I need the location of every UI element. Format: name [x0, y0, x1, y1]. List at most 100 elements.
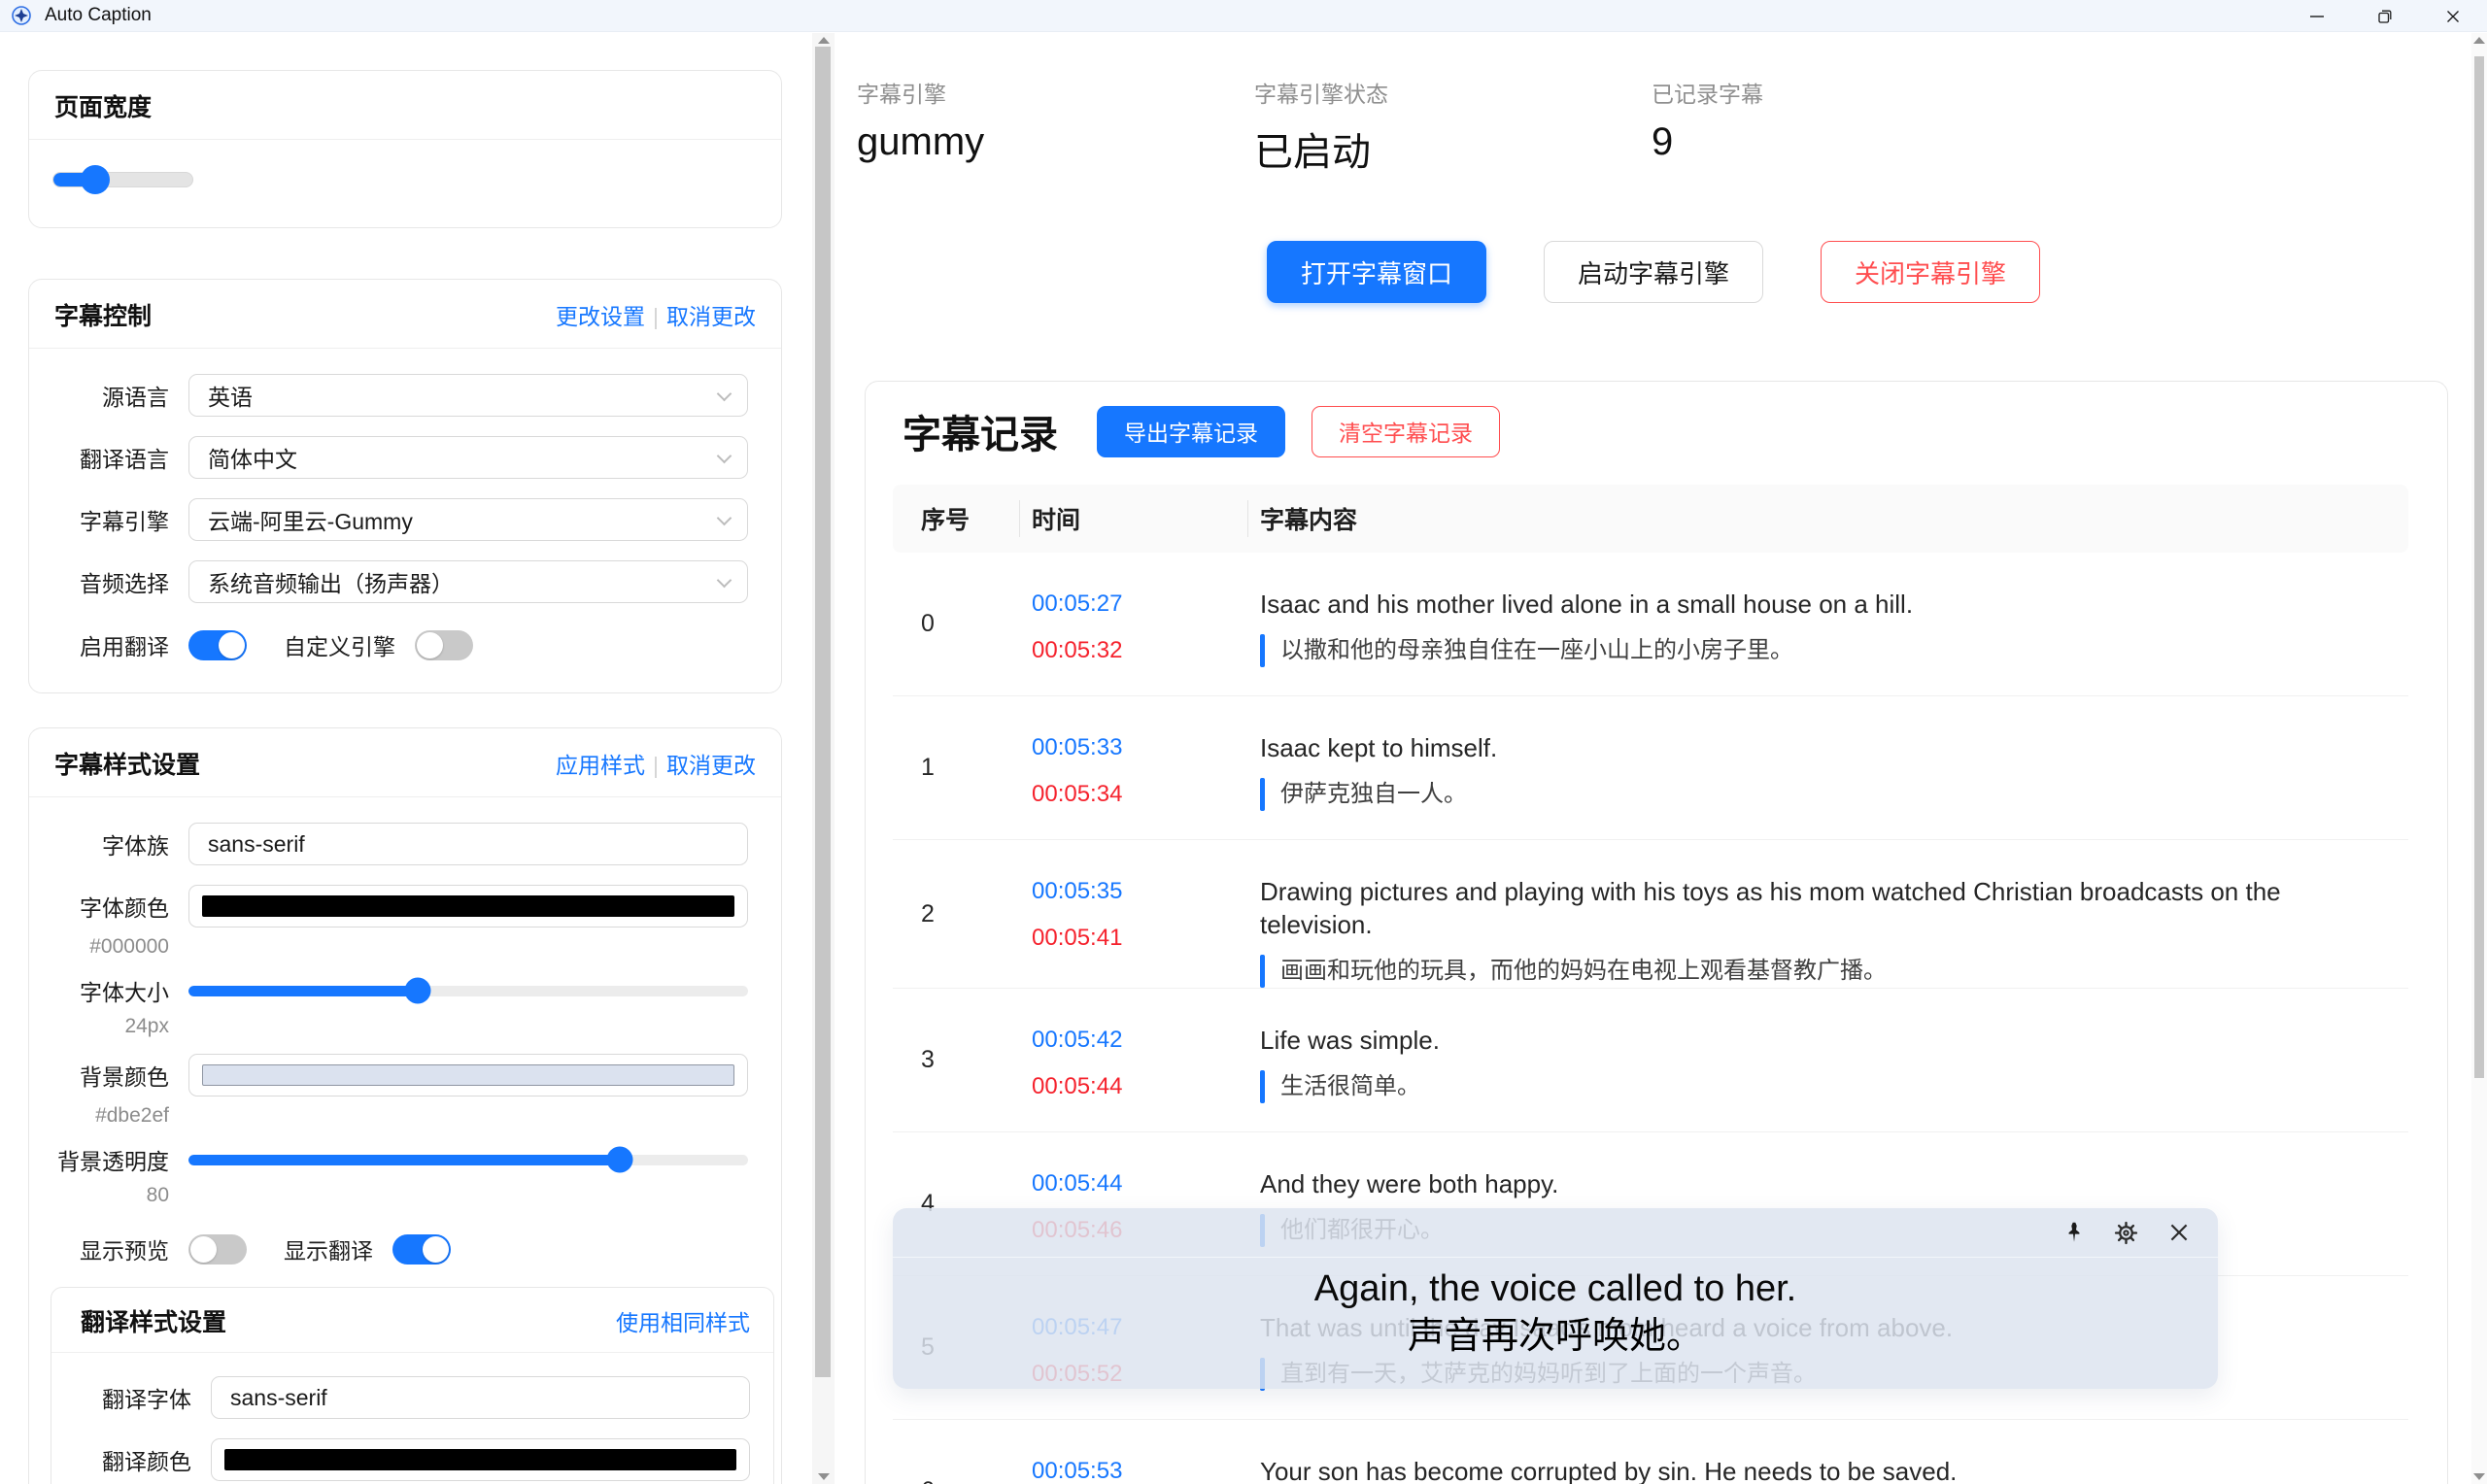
font-color-picker[interactable]: [188, 885, 748, 928]
enable-translation-label: 启用翻译: [52, 628, 169, 661]
enable-translation-toggle[interactable]: [188, 630, 247, 660]
table-row: 0 00:05:27 00:05:32 Isaac and his mother…: [893, 553, 2408, 696]
translation-font-input[interactable]: sans-serif: [211, 1376, 750, 1419]
pin-button[interactable]: [2059, 1218, 2089, 1248]
bg-color-value: #dbe2ef: [52, 1104, 169, 1128]
overlay-close-button[interactable]: [2163, 1218, 2194, 1248]
bg-opacity-value: 80: [52, 1184, 169, 1207]
export-records-button[interactable]: 导出字幕记录: [1097, 406, 1285, 457]
audio-source-label: 音频选择: [52, 565, 169, 598]
show-translation-toggle[interactable]: [392, 1234, 451, 1265]
cancel-changes-link[interactable]: 取消更改: [666, 304, 756, 329]
page-width-slider[interactable]: [52, 165, 193, 194]
translation-color-picker[interactable]: [211, 1438, 750, 1481]
app-icon: [11, 5, 32, 26]
page-width-slider-thumb[interactable]: [81, 165, 110, 194]
close-icon: [2166, 1220, 2192, 1245]
overlay-caption-translation: 声音再次呼唤她。: [893, 1311, 2218, 1362]
scroll-down-icon[interactable]: [2473, 1473, 2485, 1480]
minimize-button[interactable]: [2283, 0, 2351, 32]
window-title: Auto Caption: [45, 5, 152, 26]
main-scrollbar-thumb[interactable]: [2474, 56, 2484, 1078]
font-family-input[interactable]: sans-serif: [188, 823, 748, 865]
clear-records-button[interactable]: 清空字幕记录: [1312, 406, 1500, 457]
gear-icon: [2113, 1220, 2139, 1246]
caption-style-card: 字幕样式设置 应用样式|取消更改 字体族 sans-serif 字体颜色: [28, 727, 782, 1484]
col-index: 序号: [893, 485, 1019, 553]
sidebar-scrollbar-thumb[interactable]: [815, 47, 831, 1377]
table-row: 2 00:05:35 00:05:41 Drawing pictures and…: [893, 840, 2408, 989]
open-caption-window-button[interactable]: 打开字幕窗口: [1267, 241, 1486, 303]
audio-source-select[interactable]: 系统音频输出（扬声器）: [188, 560, 748, 603]
target-language-select[interactable]: 简体中文: [188, 436, 748, 479]
overlay-caption-text: Again, the voice called to her.: [893, 1266, 2218, 1311]
caption-translation: 以撒和他的母亲独自住在一座小山上的小房子里。: [1280, 634, 1793, 667]
start-time: 00:05:44: [1032, 1167, 1247, 1200]
translation-style-title: 翻译样式设置: [81, 1303, 226, 1338]
stat-engine-status: 字幕引擎状态 已启动: [1254, 76, 1652, 177]
use-same-style-link[interactable]: 使用相同样式: [616, 1310, 750, 1335]
caption-engine-select[interactable]: 云端-阿里云-Gummy: [188, 498, 748, 541]
custom-engine-toggle[interactable]: [415, 630, 473, 660]
caption-text: Life was simple.: [1260, 1024, 2389, 1057]
settings-sidebar: 页面宽度 字幕控制 更改设置|取消更改 源语言: [0, 33, 812, 1484]
app-window: Auto Caption: [0, 0, 2487, 1484]
translation-marker: [1260, 955, 1265, 988]
caption-overlay-window[interactable]: Again, the voice called to her. 声音再次呼唤她。: [893, 1208, 2218, 1389]
col-time: 时间: [1019, 485, 1247, 553]
stat-recorded-count: 已记录字幕 9: [1652, 76, 2049, 177]
caption-engine-label: 字幕引擎: [52, 503, 169, 536]
bg-opacity-label: 背景透明度: [52, 1143, 169, 1176]
bg-opacity-slider[interactable]: [188, 1143, 748, 1176]
change-settings-link[interactable]: 更改设置: [556, 304, 645, 329]
restore-button[interactable]: [2351, 0, 2419, 32]
table-row: 6 00:05:53 Your son has become corrupted…: [893, 1420, 2408, 1484]
font-size-slider[interactable]: [188, 974, 748, 1007]
translation-marker: [1260, 778, 1265, 811]
main-scrollbar[interactable]: [2471, 33, 2487, 1484]
titlebar: Auto Caption: [0, 0, 2487, 32]
scroll-up-icon[interactable]: [818, 37, 830, 44]
restore-icon: [2375, 7, 2395, 26]
caption-control-title: 字幕控制: [54, 297, 152, 332]
stat-engine: 字幕引擎 gummy: [857, 76, 1254, 177]
show-preview-toggle[interactable]: [188, 1234, 247, 1265]
sidebar-scrollbar[interactable]: [812, 33, 835, 1484]
translation-marker: [1260, 1070, 1265, 1103]
target-language-label: 翻译语言: [52, 441, 169, 474]
start-time: 00:05:42: [1032, 1024, 1247, 1057]
translation-marker: [1260, 634, 1265, 667]
apply-style-link[interactable]: 应用样式: [556, 753, 645, 778]
overlay-settings-button[interactable]: [2111, 1218, 2141, 1248]
caption-overlay-body: Again, the voice called to her. 声音再次呼唤她。: [893, 1258, 2218, 1362]
start-time: 00:05:33: [1032, 731, 1247, 764]
close-icon: [2443, 7, 2463, 26]
font-size-value: 24px: [52, 1015, 169, 1038]
table-row: 1 00:05:33 00:05:34 Isaac kept to himsel…: [893, 696, 2408, 840]
scroll-up-icon[interactable]: [2473, 37, 2485, 44]
font-size-label: 字体大小: [52, 974, 169, 1007]
font-color-value: #000000: [52, 935, 169, 959]
start-time: 00:05:53: [1032, 1455, 1247, 1484]
caption-translation: 画画和玩他的玩具，而他的妈妈在电视上观看基督教广播。: [1280, 955, 1887, 988]
caption-text: Isaac and his mother lived alone in a sm…: [1260, 588, 2389, 621]
page-width-title: 页面宽度: [54, 88, 152, 123]
bg-opacity-slider-thumb[interactable]: [606, 1147, 632, 1173]
stop-engine-button[interactable]: 关闭字幕引擎: [1821, 241, 2040, 303]
caption-text: Isaac kept to himself.: [1260, 731, 2389, 764]
scroll-down-icon[interactable]: [818, 1473, 830, 1480]
font-color-swatch: [202, 895, 734, 917]
font-size-slider-thumb[interactable]: [405, 978, 431, 1004]
end-time: 00:05:44: [1032, 1070, 1247, 1103]
close-button[interactable]: [2419, 0, 2487, 32]
records-table-header: 序号 时间 字幕内容: [893, 485, 2408, 553]
pin-icon: [2061, 1220, 2087, 1245]
start-engine-button[interactable]: 启动字幕引擎: [1544, 241, 1763, 303]
caption-overlay-toolbar: [893, 1208, 2218, 1258]
engine-stats: 字幕引擎 gummy 字幕引擎状态 已启动 已记录字幕 9: [835, 33, 2471, 177]
engine-actions: 打开字幕窗口 启动字幕引擎 关闭字幕引擎: [835, 241, 2471, 303]
font-family-label: 字体族: [52, 827, 169, 860]
cancel-style-link[interactable]: 取消更改: [666, 753, 756, 778]
bg-color-picker[interactable]: [188, 1054, 748, 1096]
source-language-select[interactable]: 英语: [188, 374, 748, 417]
